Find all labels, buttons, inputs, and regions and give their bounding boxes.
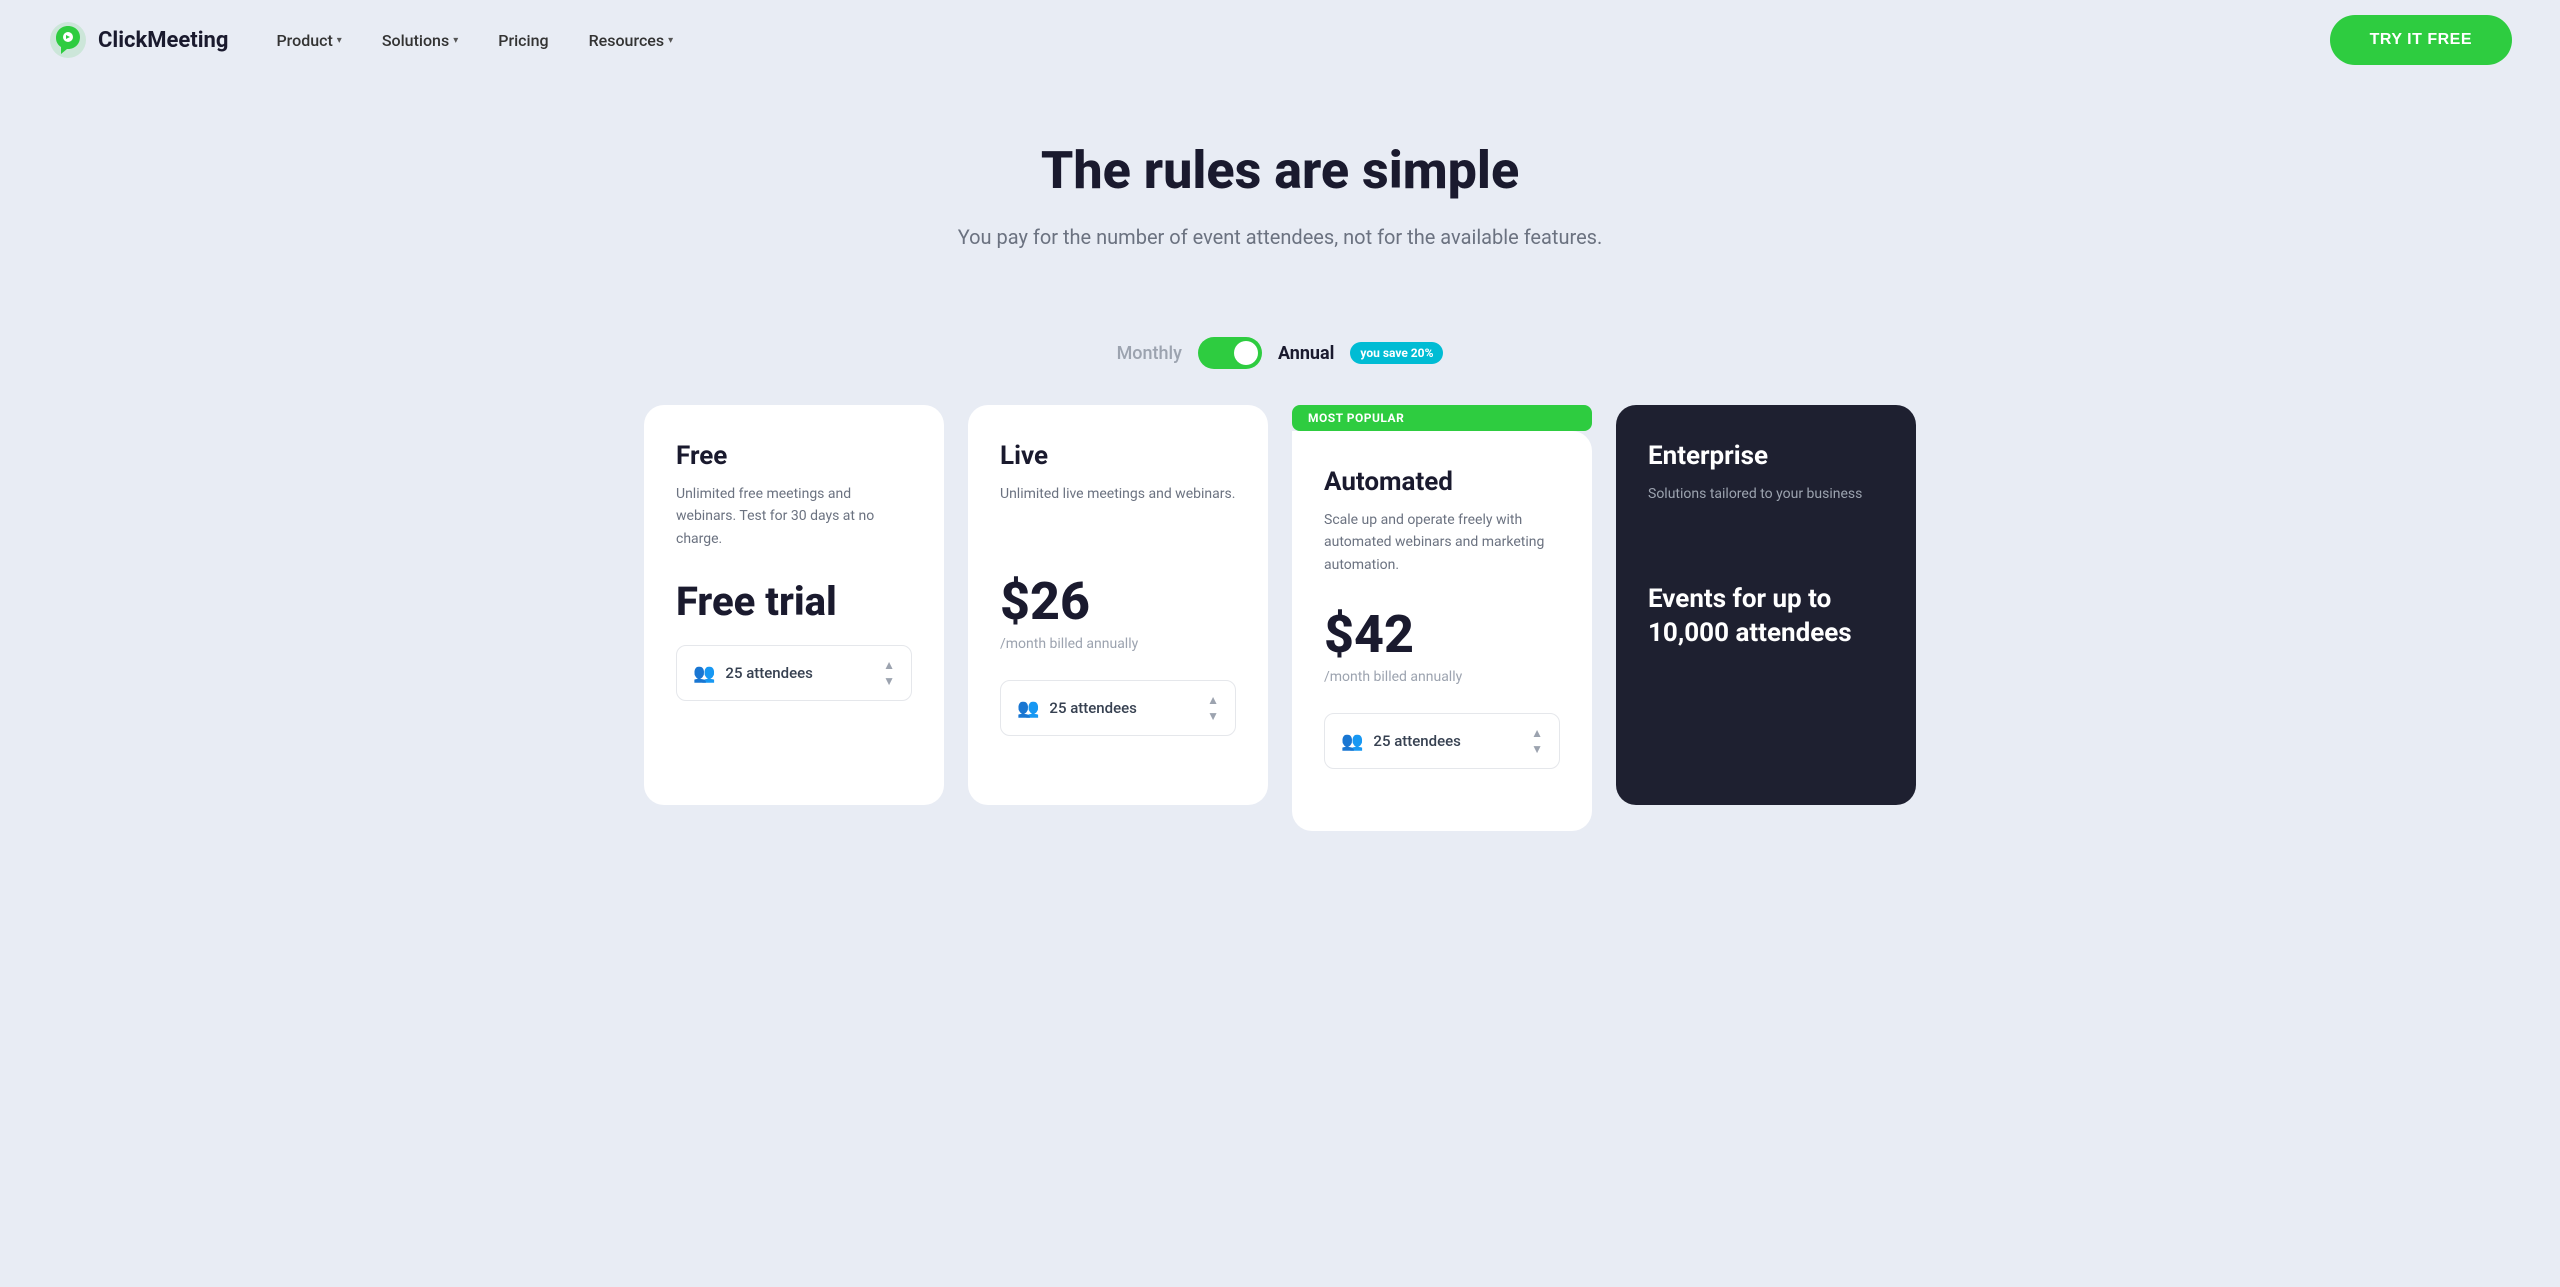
enterprise-attendees-text: Events for up to 10,000 attendees xyxy=(1648,583,1884,651)
save-badge: you save 20% xyxy=(1350,342,1443,364)
nav-resources[interactable]: Resources ▾ xyxy=(589,31,674,50)
attendees-icon: 👥 xyxy=(1341,731,1363,752)
live-plan-name: Live xyxy=(1000,441,1236,471)
arrow-down-icon: ▼ xyxy=(883,674,895,688)
plan-card-enterprise: Enterprise Solutions tailored to your bu… xyxy=(1616,405,1916,805)
annual-label: Annual xyxy=(1278,343,1334,364)
live-plan-price: $26 xyxy=(1000,571,1236,632)
toggle-track xyxy=(1198,337,1262,369)
free-attendees-value: 25 attendees xyxy=(725,664,812,682)
arrow-up-icon: ▲ xyxy=(1531,726,1543,740)
arrow-up-icon: ▲ xyxy=(883,658,895,672)
plan-card-automated-wrapper: MOST POPULAR Automated Scale up and oper… xyxy=(1292,405,1592,831)
live-plan-billing: /month billed annually xyxy=(1000,636,1236,652)
automated-attendees-arrows[interactable]: ▲ ▼ xyxy=(1531,726,1543,756)
arrow-down-icon: ▼ xyxy=(1531,742,1543,756)
plan-card-live: Live Unlimited live meetings and webinar… xyxy=(968,405,1268,805)
automated-plan-billing: /month billed annually xyxy=(1324,669,1560,685)
hero-title: The rules are simple xyxy=(20,140,2540,201)
live-attendees-value: 25 attendees xyxy=(1049,699,1136,717)
plan-card-automated: Automated Scale up and operate freely wi… xyxy=(1292,431,1592,831)
logo-icon xyxy=(48,20,88,60)
nav-solutions[interactable]: Solutions ▾ xyxy=(382,31,458,50)
plan-card-free: Free Unlimited free meetings and webinar… xyxy=(644,405,944,805)
hero-section: The rules are simple You pay for the num… xyxy=(0,80,2560,289)
free-plan-name: Free xyxy=(676,441,912,471)
automated-attendees-selector[interactable]: 👥 25 attendees ▲ ▼ xyxy=(1324,713,1560,769)
billing-toggle-switch[interactable] xyxy=(1198,337,1262,369)
toggle-thumb xyxy=(1234,341,1258,365)
solutions-chevron-icon: ▾ xyxy=(453,35,458,46)
resources-chevron-icon: ▾ xyxy=(668,35,673,46)
nav-product[interactable]: Product ▾ xyxy=(276,31,341,50)
arrow-up-icon: ▲ xyxy=(1207,693,1219,707)
automated-plan-name: Automated xyxy=(1324,467,1560,497)
free-plan-description: Unlimited free meetings and webinars. Te… xyxy=(676,483,912,550)
most-popular-badge: MOST POPULAR xyxy=(1292,405,1592,431)
free-attendees-left: 👥 25 attendees xyxy=(693,663,813,684)
nav-links: Product ▾ Solutions ▾ Pricing Resources … xyxy=(276,31,673,50)
attendees-icon: 👥 xyxy=(1017,698,1039,719)
product-chevron-icon: ▾ xyxy=(337,35,342,46)
navbar: ClickMeeting Product ▾ Solutions ▾ Prici… xyxy=(0,0,2560,80)
try-free-button[interactable]: TRY IT FREE xyxy=(2330,15,2512,65)
automated-attendees-left: 👥 25 attendees xyxy=(1341,731,1461,752)
live-plan-description: Unlimited live meetings and webinars. xyxy=(1000,483,1236,543)
live-attendees-left: 👥 25 attendees xyxy=(1017,698,1137,719)
free-attendees-arrows[interactable]: ▲ ▼ xyxy=(883,658,895,688)
arrow-down-icon: ▼ xyxy=(1207,709,1219,723)
pricing-section: Free Unlimited free meetings and webinar… xyxy=(0,405,2560,891)
monthly-label: Monthly xyxy=(1117,343,1182,364)
nav-left: ClickMeeting Product ▾ Solutions ▾ Prici… xyxy=(48,20,673,60)
logo[interactable]: ClickMeeting xyxy=(48,20,228,60)
enterprise-plan-name: Enterprise xyxy=(1648,441,1884,471)
attendees-icon: 👥 xyxy=(693,663,715,684)
live-attendees-selector[interactable]: 👥 25 attendees ▲ ▼ xyxy=(1000,680,1236,736)
nav-pricing[interactable]: Pricing xyxy=(498,31,548,50)
billing-toggle: Monthly Annual you save 20% xyxy=(0,337,2560,369)
automated-plan-description: Scale up and operate freely with automat… xyxy=(1324,509,1560,576)
automated-plan-price: $42 xyxy=(1324,604,1560,665)
enterprise-plan-description: Solutions tailored to your business xyxy=(1648,483,1884,543)
hero-subtitle: You pay for the number of event attendee… xyxy=(20,225,2540,249)
free-attendees-selector[interactable]: 👥 25 attendees ▲ ▼ xyxy=(676,645,912,701)
automated-attendees-value: 25 attendees xyxy=(1373,732,1460,750)
logo-text: ClickMeeting xyxy=(98,28,228,53)
free-plan-price: Free trial xyxy=(676,578,912,625)
live-attendees-arrows[interactable]: ▲ ▼ xyxy=(1207,693,1219,723)
